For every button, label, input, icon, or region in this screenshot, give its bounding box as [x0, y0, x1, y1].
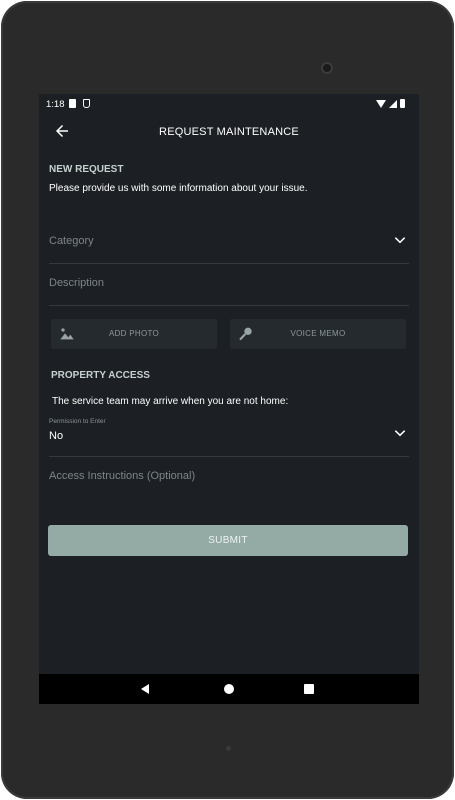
tablet-frame: 1:18 REQUEST MAINTENANCE NEW REQUEST Ple… [1, 1, 454, 799]
shield-icon [83, 99, 90, 108]
new-request-heading: NEW REQUEST [49, 164, 124, 175]
system-navigation-bar [39, 674, 419, 704]
chevron-down-icon [394, 237, 406, 244]
nav-recents-icon[interactable] [304, 684, 314, 694]
submit-label: SUBMIT [208, 535, 248, 546]
description-field[interactable]: Description [49, 264, 409, 306]
status-bar: 1:18 [39, 94, 419, 114]
chevron-down-icon [394, 430, 406, 437]
property-access-note: The service team may arrive when you are… [52, 396, 289, 407]
voice-memo-button[interactable]: VOICE MEMO [230, 319, 406, 349]
new-request-intro: Please provide us with some information … [49, 183, 308, 194]
nav-home-icon[interactable] [224, 684, 234, 694]
app-bar: REQUEST MAINTENANCE [39, 116, 419, 148]
access-instructions-placeholder: Access Instructions (Optional) [49, 470, 196, 482]
add-photo-button[interactable]: ADD PHOTO [51, 319, 217, 349]
category-placeholder: Category [49, 235, 94, 247]
access-instructions-field[interactable]: Access Instructions (Optional) [49, 457, 409, 495]
status-time: 1:18 [46, 99, 65, 110]
voice-memo-label: VOICE MEMO [290, 329, 346, 338]
status-indicators [376, 99, 405, 108]
front-camera [321, 62, 333, 74]
wifi-icon [376, 99, 386, 108]
category-select[interactable]: Category [49, 222, 409, 264]
property-access-heading: PROPERTY ACCESS [51, 370, 150, 381]
signal-icon [389, 99, 397, 108]
permission-label: Permission to Enter [49, 418, 106, 425]
notification-icon [69, 99, 76, 108]
app-screen: 1:18 REQUEST MAINTENANCE NEW REQUEST Ple… [39, 94, 419, 704]
add-photo-label: ADD PHOTO [108, 329, 160, 338]
permission-to-enter-select[interactable]: Permission to Enter No [49, 412, 409, 457]
page-title: REQUEST MAINTENANCE [159, 126, 299, 138]
battery-icon [400, 99, 405, 108]
submit-button[interactable]: SUBMIT [48, 525, 408, 556]
device-microphone [226, 746, 231, 751]
description-placeholder: Description [49, 277, 105, 289]
nav-back-icon[interactable] [141, 684, 149, 694]
permission-value: No [49, 430, 64, 442]
